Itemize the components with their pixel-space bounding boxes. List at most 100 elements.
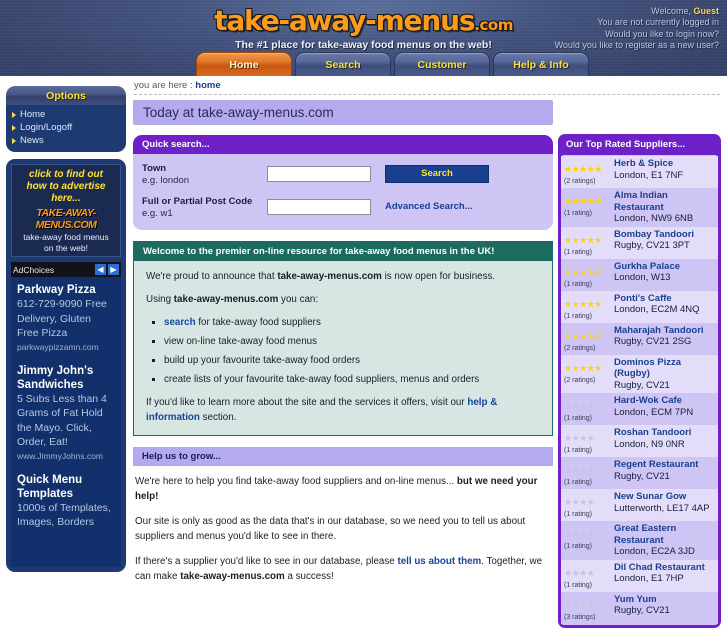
star-rating-icon: ★★★★	[564, 567, 595, 578]
supplier-info: Alma Indian Restaurant London, NW9 6NB	[614, 190, 715, 225]
sidebar-item-login-logoff[interactable]: Login/Logoff	[12, 121, 122, 134]
supplier-row[interactable]: ★★★★★ (1 rating) Gurkha Palace London, W13	[561, 258, 718, 291]
feature-list-item: search for take-away food suppliers	[164, 315, 540, 330]
prev-ad-icon[interactable]: ◀	[95, 264, 106, 275]
star-rating-icon: ★★★★★	[564, 266, 602, 277]
tab-help-info[interactable]: Help & Info	[493, 52, 589, 76]
sidebar-item-news[interactable]: News	[12, 134, 122, 147]
ad-title-line-1[interactable]: Quick Menu	[17, 473, 115, 487]
supplier-name-link[interactable]: Ponti's Caffe	[614, 293, 715, 305]
supplier-location: London, E1 7NF	[614, 169, 684, 181]
supplier-rating: ★★★★ (1 rating)	[564, 523, 610, 558]
welcome-prefix: Welcome,	[651, 6, 694, 16]
supplier-rating-count: (1 rating)	[564, 581, 593, 589]
ad-item[interactable]: Parkway Pizza 612-729-9090 Free Delivery…	[17, 283, 115, 352]
login-prompt-link[interactable]: Would you like to login now?	[555, 29, 719, 40]
welcome-paragraph-3: If you'd like to learn more about the si…	[146, 395, 540, 425]
supplier-name-link[interactable]: Alma Indian Restaurant	[614, 190, 715, 213]
advanced-search-link[interactable]: Advanced Search...	[385, 199, 473, 212]
supplier-location: London, N9 0NR	[614, 438, 685, 450]
supplier-name-link[interactable]: Regent Restaurant	[614, 459, 715, 471]
supplier-row[interactable]: ★★★★★ (2 ratings) Maharajah Tandoori Rugby,…	[561, 322, 718, 355]
supplier-name-link[interactable]: Great Eastern Restaurant	[614, 523, 715, 546]
supplier-name-link[interactable]: New Sunar Gow	[614, 491, 715, 503]
ad-item[interactable]: Quick Menu Templates 1000s of Templates,…	[17, 473, 115, 530]
supplier-name-link[interactable]: Hard-Wok Cafe	[614, 395, 715, 407]
welcome-username: Guest	[693, 6, 719, 16]
supplier-name-link[interactable]: Dominos Pizza (Rugby)	[614, 357, 715, 380]
welcome-p1-c: is now open for business.	[381, 271, 496, 282]
supplier-location: London, NW9 6NB	[614, 213, 694, 224]
grow-p1-a: We're here to help you find take-away fo…	[135, 476, 457, 487]
logo-word: take-away-menus	[214, 4, 475, 37]
breadcrumb: you are here : home	[134, 80, 221, 91]
supplier-name-link[interactable]: Maharajah Tandoori	[614, 325, 715, 337]
supplier-name-link[interactable]: Yum Yum	[614, 594, 715, 606]
site-header: take-away-menus.com The #1 place for tak…	[0, 0, 727, 76]
supplier-name-link[interactable]: Herb & Spice	[614, 158, 715, 170]
welcome-p1-brand: take-away-menus.com	[277, 271, 382, 282]
advertise-here-panel[interactable]: click to find out how to advertise here.…	[6, 159, 126, 572]
supplier-rating: ★★★★ (1 rating)	[564, 395, 610, 423]
tab-search[interactable]: Search	[295, 52, 391, 76]
supplier-rating-count: (1 rating)	[564, 312, 593, 320]
sidebar-item-label: News	[20, 135, 44, 146]
register-prompt-link[interactable]: Would you like to register as a new user…	[555, 40, 719, 51]
supplier-location: Rugby, CV21 2SG	[614, 336, 692, 347]
supplier-row[interactable]: ★★★★ (1 rating) Roshan Tandoori London, N9 …	[561, 425, 718, 457]
supplier-rating: ★★★★ (3 ratings)	[564, 594, 610, 622]
postcode-input[interactable]	[267, 198, 371, 215]
town-input[interactable]	[267, 165, 371, 182]
breadcrumb-current[interactable]: home	[195, 80, 220, 91]
supplier-row[interactable]: ★★★★ (3 ratings) Yum Yum Rugby, CV21	[561, 591, 718, 624]
supplier-name-link[interactable]: Dil Chad Restaurant	[614, 562, 715, 574]
site-logo[interactable]: take-away-menus.com	[214, 7, 513, 35]
ad-title[interactable]: Parkway Pizza	[17, 283, 115, 297]
quick-search-title: Quick search...	[133, 135, 553, 154]
options-panel: Options Home Login/Logoff News	[6, 86, 126, 152]
supplier-row[interactable]: ★★★★★ (2 ratings) Dominos Pizza (Rugby) Rug…	[561, 354, 718, 393]
search-button-cell: Search	[375, 163, 544, 183]
tell-us-about-them-link[interactable]: tell us about them	[397, 556, 481, 567]
supplier-row[interactable]: ★★★★ (1 rating) Regent Restaurant Rugby, CV…	[561, 457, 718, 489]
advertise-here-banner[interactable]: click to find out how to advertise here.…	[11, 164, 121, 257]
next-ad-icon[interactable]: ▶	[108, 264, 119, 275]
search-button[interactable]: Search	[385, 164, 489, 183]
supplier-info: Hard-Wok Cafe London, ECM 7PN	[614, 395, 715, 423]
supplier-rating: ★★★★★ (1 rating)	[564, 229, 610, 257]
supplier-info: Yum Yum Rugby, CV21	[614, 594, 715, 622]
supplier-row[interactable]: ★★★★★ (1 rating) Ponti's Caffe London, EC2M…	[561, 290, 718, 323]
supplier-location: Lutterworth, LE17 4AP	[614, 502, 710, 514]
tab-home[interactable]: Home	[196, 52, 292, 76]
top-rated-suppliers-panel: Our Top Rated Suppliers... ★★★★★ (2 ratin…	[558, 134, 721, 628]
supplier-row[interactable]: ★★★★ (1 rating) Dil Chad Restaurant London,…	[561, 559, 718, 592]
grow-paragraph-3: If there's a supplier you'd like to see …	[135, 554, 551, 584]
ad-title-line-2[interactable]: Templates	[17, 487, 115, 501]
supplier-row[interactable]: ★★★★★ (1 rating) Bombay Tandoori Rugby, CV2…	[561, 226, 718, 259]
supplier-row[interactable]: ★★★★★ (2 ratings) Herb & Spice London, E1 7…	[561, 156, 718, 188]
welcome-greeting: Welcome, Guest	[555, 6, 719, 17]
help-us-grow-box: Help us to grow... We're here to help yo…	[133, 447, 553, 594]
ad-item[interactable]: Jimmy John's Sandwiches 5 Subs Less than…	[17, 364, 115, 461]
welcome-p1-a: We're proud to announce that	[146, 271, 278, 282]
supplier-row[interactable]: ★★★★ (1 rating) Hard-Wok Cafe London, ECM 7…	[561, 393, 718, 425]
quick-search-body: Town e.g. london Search Full or Partial …	[133, 154, 553, 230]
supplier-name-link[interactable]: Gurkha Palace	[614, 261, 715, 273]
sidebar-item-home[interactable]: Home	[12, 108, 122, 121]
ad-title-line-2[interactable]: Sandwiches	[17, 378, 115, 392]
supplier-row[interactable]: ★★★★★ (1 rating) Alma Indian Restaurant Lon…	[561, 188, 718, 227]
supplier-row[interactable]: ★★★★ (1 rating) New Sunar Gow Lutterworth, …	[561, 489, 718, 521]
ad-title-line-1[interactable]: Jimmy John's	[17, 364, 115, 378]
supplier-name-link[interactable]: Roshan Tandoori	[614, 427, 715, 439]
supplier-rating: ★★★★★ (1 rating)	[564, 293, 610, 321]
arrow-right-icon	[12, 111, 16, 118]
adchoices-label[interactable]: AdChoices	[13, 265, 54, 275]
feature-list-item: create lists of your favourite take-away…	[164, 372, 540, 387]
supplier-name-link[interactable]: Bombay Tandoori	[614, 229, 715, 241]
search-link[interactable]: search	[164, 317, 196, 328]
ad-url: parkwaypizzamn.com	[17, 341, 99, 352]
right-sidebar: Our Top Rated Suppliers... ★★★★★ (2 ratin…	[558, 134, 721, 628]
supplier-location: London, EC2A 3JD	[614, 546, 695, 557]
tab-customer[interactable]: Customer	[394, 52, 490, 76]
supplier-row[interactable]: ★★★★ (1 rating) Great Eastern Restaurant Lo…	[561, 521, 718, 560]
